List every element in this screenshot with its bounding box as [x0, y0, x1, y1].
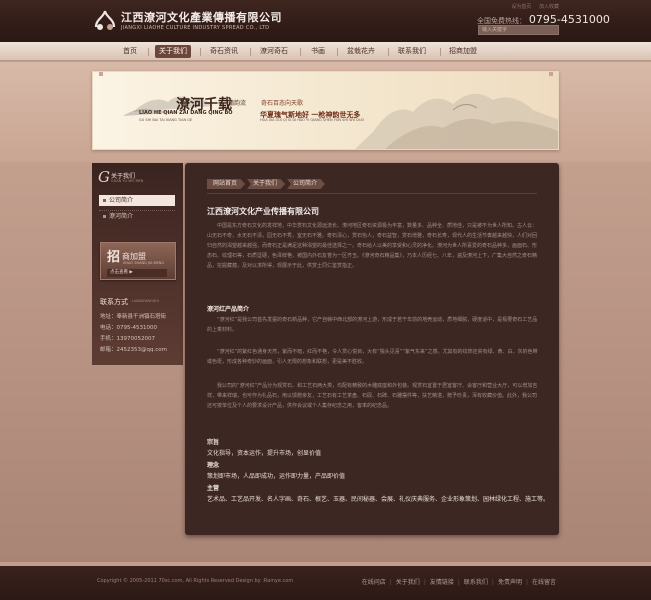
nav-item-about[interactable]: 关于我们: [155, 45, 191, 58]
sidebar-item-company-intro[interactable]: 公司简介: [99, 195, 175, 206]
company-name-en: JIANGXI LIAOHE CULTURE INDUSTRY SPREAD C…: [121, 25, 270, 31]
banner-pinyin-a: LIAO HE QIAN ZAI DANG QING BO: [139, 110, 233, 116]
footer-divider: |: [423, 579, 426, 586]
franchise-promo[interactable]: 招 商加盟 ZHAO SHANG JIA MENG 点击查看 ▶: [100, 242, 176, 280]
main-nav: 首页 关于我们 奇石资讯 潦河奇石 书画 盆栽花卉 联系我们 招商加盟: [0, 42, 651, 61]
company-logo-icon[interactable]: [92, 7, 118, 33]
mission-heading: 宗旨: [207, 439, 220, 446]
site-footer: Copyright © 2005-2011 70sc.com, All Righ…: [0, 566, 651, 600]
footer-divider: |: [457, 579, 460, 586]
footer-link-guestbook[interactable]: 在线留言: [532, 579, 556, 586]
banner-subtitle-b: 奇石百态向天歌: [261, 100, 304, 107]
banner-pinyin: LIAO HE QIAN ZAI DANG QING BO: [139, 110, 233, 116]
bullet-icon: [103, 199, 106, 202]
footer-divider: |: [389, 579, 392, 586]
footer-divider: |: [525, 579, 528, 586]
contact-email[interactable]: 邮箱：2452353@qq.com: [100, 345, 167, 353]
breadcrumb-divider: [207, 193, 537, 194]
philosophy-heading: 理念: [207, 462, 220, 469]
sidebar-item-label: 公司简介: [109, 197, 134, 204]
sidebar-header-initial: G: [98, 168, 110, 186]
contact-address: 地址：奉新县千洲镇石塔街: [100, 314, 167, 320]
add-favorite-link[interactable]: 加入收藏: [539, 4, 559, 10]
copyright-text: Copyright © 2005-2011 70sc.com, All Righ…: [97, 578, 294, 584]
breadcrumb: 网站首页 关于我们 公司简介: [207, 178, 327, 189]
bullet-icon: [103, 215, 106, 218]
nav-divider: [250, 48, 251, 56]
banner-subtitle-a: 蒲韵流: [228, 100, 247, 107]
breadcrumb-home[interactable]: 网站首页: [207, 179, 246, 189]
philosophy-text: 策划即市场，人品即成功，运作即力量，产品即价值: [207, 473, 346, 480]
nav-divider: [200, 48, 201, 56]
search-input[interactable]: 输入关键字: [478, 25, 559, 35]
franchise-promo-en: ZHAO SHANG JIA MENG: [123, 261, 165, 265]
hero-banner: 潦河千载 蒲韵流 奇石百态向天歌 LIAO HE QIAN ZAI DANG Q…: [92, 71, 559, 150]
banner-pinyin-c: HUA XIA GUI QI SI DI HAO YI QIANG SHEN Y…: [260, 118, 365, 122]
product-section-heading: 潦河红产品简介: [207, 306, 250, 313]
breadcrumb-current: 公司简介: [287, 179, 326, 189]
contact-title: 联系方式: [100, 298, 128, 306]
product-paragraph-3: 我公司的“潦河红”产品分为观赏石、和工艺石两大类，均配有精致的木雕底座和外包装。…: [207, 383, 538, 409]
nav-item-calligraphy[interactable]: 书画: [308, 45, 328, 58]
footer-link-contact[interactable]: 联系我们: [464, 579, 488, 586]
franchise-view-button[interactable]: 点击查看 ▶: [107, 269, 167, 277]
nav-divider: [300, 48, 301, 56]
sidebar-item-liaohe-intro[interactable]: 潦河简介: [99, 210, 175, 221]
nav-item-franchise[interactable]: 招商加盟: [447, 45, 479, 58]
footer-link-disclaimer[interactable]: 免责声明: [498, 579, 522, 586]
hotline-label: 全国免费热线：: [477, 17, 526, 25]
sidebar-header-en: GUAN YU WO MEN: [111, 179, 144, 183]
contact-title-en: LIANXIFANGSHI: [132, 299, 159, 303]
nav-divider: [440, 48, 441, 56]
sidebar-header: G 关于我们 GUAN YU WO MEN: [92, 163, 183, 190]
contact-mobile: 手机：13970052007: [100, 336, 155, 342]
site-header: 江西潦河文化產業傳播有限公司 JIANGXI LIAOHE CULTURE IN…: [0, 0, 651, 42]
breadcrumb-about[interactable]: 关于我们: [247, 179, 286, 189]
intro-paragraph: 中国是东方奇石文化的发祥地，中华赏石文化源远流长。潦河地区奇石资源极为丰富，数量…: [207, 223, 538, 269]
footer-links: 在线问店 | 关于我们 | 友情链接 | 联系我们 | 免责声明 | 在线留言: [362, 577, 556, 586]
nav-divider: [388, 48, 389, 56]
product-paragraph-2: “潦河红”的紫红色通身天然，紫而不暗，红而不艳，令人赏心悦目，大有“独头见喜”“…: [207, 349, 538, 365]
business-text: 艺术品、工艺品开发、名人字画、奇石、根艺、玉器、民间秘器、会展、礼仪庆典服务、企…: [207, 496, 550, 503]
set-homepage-link[interactable]: 设为首页: [511, 4, 531, 10]
footer-link-about[interactable]: 关于我们: [396, 579, 420, 586]
franchise-promo-big-char: 招: [107, 250, 121, 265]
company-name-cn: 江西潦河文化產業傳播有限公司: [121, 11, 282, 24]
nav-item-contact[interactable]: 联系我们: [396, 45, 428, 58]
sidebar-item-label: 潦河简介: [109, 213, 134, 220]
business-heading: 主营: [207, 485, 220, 492]
article-title: 江西潦河文化产业传播有限公司: [207, 206, 319, 216]
nav-item-liaohe-stones[interactable]: 潦河奇石: [258, 45, 290, 58]
product-paragraph-1: “潦河红”是我公司首先发掘的奇石新品种，它产自赣中西北部的潦河上游，形成于若干年…: [207, 317, 538, 333]
nav-item-stone-news[interactable]: 奇石资讯: [208, 45, 240, 58]
nav-divider: [148, 48, 149, 56]
footer-link-online-shop[interactable]: 在线问店: [362, 579, 386, 586]
mission-text: 文化指导，资本运作，提升市场，创显价值: [207, 450, 322, 457]
top-utility-links: 设为首页 加入收藏: [505, 3, 559, 10]
footer-link-friends[interactable]: 友情链接: [430, 579, 454, 586]
main-content: 网站首页 关于我们 公司简介 江西潦河文化产业传播有限公司 中国是东方奇石文化的发祥…: [185, 163, 559, 535]
nav-divider: [337, 48, 338, 56]
contact-phone: 电话：0795-4531000: [100, 325, 157, 331]
nav-item-home[interactable]: 首页: [118, 45, 142, 58]
nav-item-bonsai[interactable]: 盆栽花卉: [345, 45, 377, 58]
banner-pinyin-b: GU SHI BAI TAI XIANG TIAN GE: [139, 118, 193, 122]
footer-divider: |: [491, 579, 494, 586]
